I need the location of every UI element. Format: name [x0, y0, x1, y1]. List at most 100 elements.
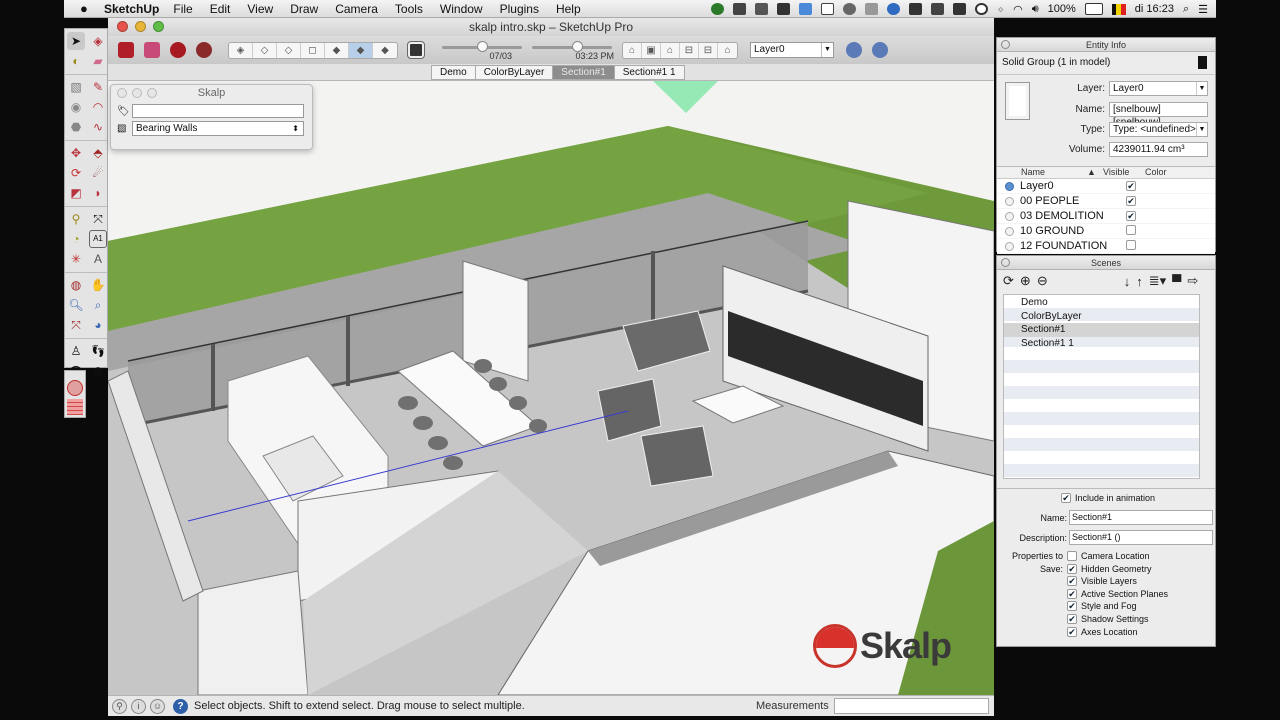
col-name[interactable]: Name [997, 167, 1087, 178]
make-component-icon[interactable]: ◈ [89, 32, 107, 50]
skalp-tag-input[interactable] [132, 104, 304, 118]
keyboard-icon[interactable] [953, 3, 967, 15]
rotate-tool-icon[interactable]: ⟳ [67, 164, 85, 182]
dimension-tool-icon[interactable]: ⤧ [89, 210, 107, 228]
property-checkbox[interactable]: ✔ [1067, 588, 1077, 599]
layer-row-item[interactable]: 03 DEMOLITION ✔ [997, 209, 1215, 224]
scene-tab-colorbylayer[interactable]: ColorByLayer [475, 65, 554, 80]
skalp-section-icon[interactable] [67, 380, 83, 396]
view-iso-button[interactable]: ⌂ [623, 42, 642, 58]
move-scene-down-icon[interactable]: ↓ [1124, 274, 1131, 289]
menu-draw[interactable]: Draw [290, 2, 318, 16]
follow-me-icon[interactable]: ☄ [89, 164, 107, 182]
view-left-button[interactable]: ⌂ [718, 43, 737, 58]
view-top-button[interactable]: ▣ [642, 42, 661, 58]
share-model-icon[interactable] [144, 42, 160, 58]
menu-camera[interactable]: Camera [335, 2, 378, 16]
property-checkbox[interactable] [1067, 551, 1077, 561]
zoom-window-button[interactable] [153, 21, 164, 32]
layer-select[interactable]: Layer0 ▼ [750, 42, 834, 58]
tape-measure-icon[interactable]: ⚲ [67, 210, 85, 228]
geo-location-icon[interactable]: ⚲ [112, 698, 127, 714]
protractor-icon[interactable]: ◔ [67, 230, 85, 248]
property-checkbox[interactable]: ✔ [1067, 626, 1077, 637]
printer-icon[interactable] [909, 3, 923, 15]
include-animation-checkbox[interactable]: ✔ [1061, 493, 1071, 503]
scene-name-input[interactable]: Section#1 [1069, 510, 1213, 525]
style-shaded-button[interactable]: ◆ [325, 42, 349, 58]
eraser-icon[interactable]: ▰ [89, 52, 107, 70]
shadow-time-slider[interactable]: 03:23 PM [532, 40, 614, 61]
text-tool-icon[interactable]: A1 [89, 230, 107, 248]
input-flag-icon[interactable] [1111, 3, 1126, 15]
shadows-toggle-icon[interactable] [408, 42, 424, 58]
update-scene-icon[interactable]: ⟳ [1003, 273, 1014, 289]
previous-view-icon[interactable]: ◕ [89, 316, 107, 334]
move-tool-icon[interactable]: ✥ [67, 144, 85, 162]
zoom-tool-icon[interactable]: 🔍︎ [67, 296, 85, 314]
remove-scene-icon[interactable]: ⊖ [1037, 273, 1048, 289]
wifi-icon[interactable]: ◠ [1013, 3, 1023, 16]
grid-dots-icon[interactable] [843, 3, 857, 15]
drive-icon[interactable] [777, 3, 791, 15]
layer-row-item[interactable]: 12 FOUNDATION [997, 239, 1215, 254]
axes-tool-icon[interactable]: ✳ [67, 250, 85, 268]
orbit-tool-icon[interactable]: ◍ [67, 276, 85, 294]
scene-list-item[interactable]: Section#1 [1004, 323, 1199, 338]
freehand-tool-icon[interactable]: ∿ [89, 118, 107, 136]
menu-tools[interactable]: Tools [395, 2, 423, 16]
close-window-button[interactable] [117, 21, 128, 32]
select-tool-icon[interactable]: ➤ [67, 32, 85, 50]
window-icon[interactable] [821, 3, 835, 15]
scene-tab-demo[interactable]: Demo [431, 65, 476, 80]
show-thumbnails-icon[interactable]: ▀ [1172, 274, 1181, 289]
finder-icon[interactable] [799, 3, 813, 15]
scene-description-input[interactable]: Section#1 () [1069, 530, 1213, 545]
dropbox-icon[interactable] [755, 3, 769, 15]
sync-icon[interactable] [711, 3, 725, 15]
shadow-date-slider[interactable]: 07/03 [442, 40, 522, 61]
menu-app[interactable]: SketchUp [104, 2, 159, 16]
menu-file[interactable]: File [173, 2, 192, 16]
apple-menu-icon[interactable]: ● [80, 1, 94, 16]
move-scene-up-icon[interactable]: ↑ [1136, 274, 1143, 289]
layer-row-item[interactable]: Layer0 ✔ [997, 179, 1215, 194]
scene-list-item[interactable]: Demo [1004, 296, 1199, 310]
battery-icon[interactable] [1084, 3, 1103, 15]
view-front-button[interactable]: ⌂ [661, 42, 680, 58]
drawing-viewport[interactable]: Skalp [108, 81, 994, 695]
help-icon[interactable]: ? [173, 698, 188, 714]
push-pull-icon[interactable]: ⬘ [89, 144, 107, 162]
cloud-icon[interactable] [887, 3, 901, 15]
layer-visible-checkbox[interactable] [1126, 224, 1136, 235]
volume-icon[interactable]: 🔊︎ [1032, 3, 1039, 16]
active-layer-radio[interactable] [1005, 196, 1014, 206]
active-layer-radio[interactable] [1005, 226, 1014, 236]
property-checkbox[interactable]: ✔ [1067, 601, 1077, 612]
skalp-hatch-icon[interactable] [67, 399, 83, 415]
style-shaded-textures-button[interactable]: ◆ [349, 42, 373, 58]
walk-tool-icon[interactable]: 👣︎ [89, 342, 107, 360]
measurements-input[interactable] [834, 698, 989, 714]
view-right-button[interactable]: ⊟ [680, 42, 699, 58]
section-plane-icon[interactable]: ⊕ [89, 362, 107, 380]
position-camera-icon[interactable]: ♙ [67, 342, 85, 360]
warehouse-icon[interactable] [118, 42, 134, 58]
notifications-icon[interactable]: ☰ [1198, 3, 1208, 16]
view-back-button[interactable]: ⊟ [699, 42, 718, 58]
active-layer-radio[interactable] [1005, 211, 1014, 221]
line-tool-icon[interactable]: ✎ [89, 78, 107, 96]
camera-icon[interactable] [733, 3, 747, 15]
rectangle-tool-icon[interactable]: ▧ [67, 78, 85, 96]
connect-icon[interactable] [865, 3, 879, 15]
scale-tool-icon[interactable]: ◩ [67, 184, 85, 202]
offset-tool-icon[interactable]: ◗ [89, 184, 107, 202]
entity-type-select[interactable]: Type: <undefined> ▼ [1109, 122, 1208, 137]
style-monochrome-button[interactable]: ◆ [373, 43, 397, 58]
zoom-extents-icon[interactable]: ⤧ [67, 316, 85, 334]
bluetooth-icon[interactable]: ⋄ [997, 3, 1004, 16]
scene-tab-section1-1[interactable]: Section#1 1 [614, 65, 685, 80]
entity-layer-select[interactable]: Layer0 ▼ [1109, 81, 1208, 96]
property-checkbox[interactable]: ✔ [1067, 576, 1077, 587]
pan-tool-icon[interactable]: ✋ [89, 276, 107, 294]
